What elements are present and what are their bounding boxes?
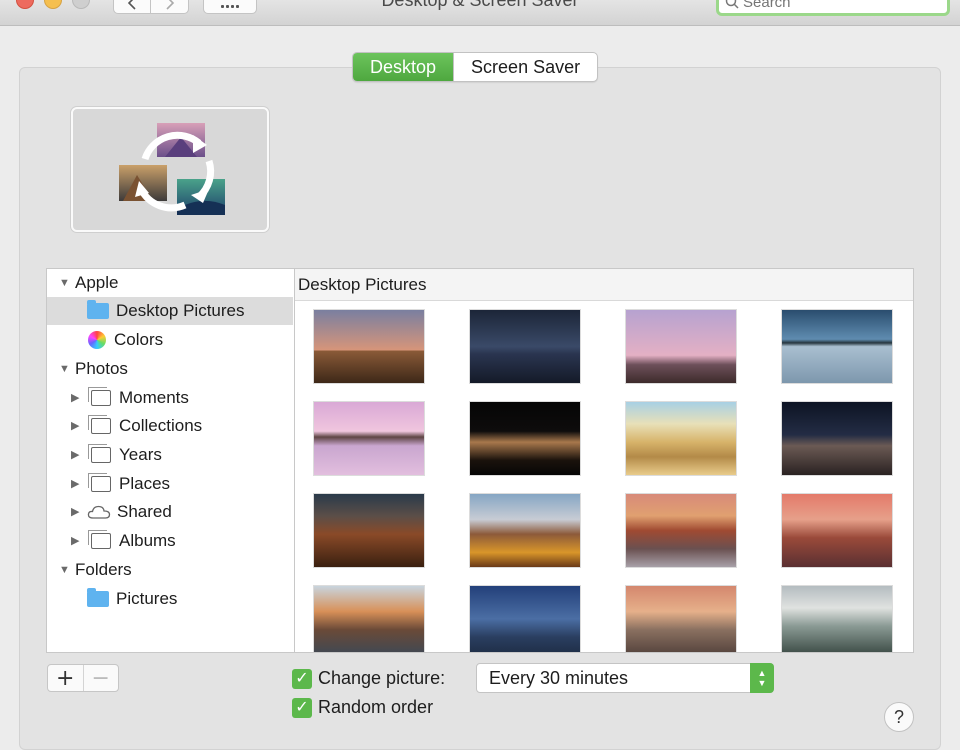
sidebar-item-label: Folders (75, 560, 132, 579)
wallpaper-thumbnail[interactable] (469, 309, 581, 384)
disclosure-open-icon[interactable]: ▼ (59, 364, 70, 375)
sidebar-item-label: Albums (119, 531, 176, 550)
sidebar-item-label: Places (119, 474, 171, 493)
sidebar-item-pictures[interactable]: Pictures (47, 585, 293, 613)
album-stack-icon (88, 473, 111, 492)
wallpaper-thumbnail[interactable] (313, 585, 425, 652)
remove-folder-button[interactable]: − (82, 665, 119, 691)
disclosure-closed-icon[interactable]: ▶ (71, 393, 81, 404)
sidebar-item-moments[interactable]: ▶ Moments (47, 384, 293, 412)
wallpaper-thumbnail[interactable] (625, 309, 737, 384)
sidebar-item-label: Shared (117, 502, 172, 521)
sidebar-item-label: Photos (75, 359, 128, 378)
change-picture-row: ✓ Change picture: (292, 668, 445, 689)
rotating-pictures-icon (119, 123, 225, 215)
disclosure-closed-icon[interactable]: ▶ (71, 507, 81, 518)
wallpaper-thumbnail[interactable] (781, 585, 893, 652)
add-folder-button[interactable]: + (48, 665, 83, 691)
current-desktop-preview[interactable] (71, 107, 269, 232)
window-titlebar: Desktop & Screen Saver (0, 0, 960, 26)
popup-arrows-icon: ▲ ▼ (750, 663, 774, 693)
sidebar-item-label: Apple (75, 273, 119, 292)
wallpaper-thumbnail[interactable] (469, 493, 581, 568)
sidebar-item-label: Pictures (116, 589, 178, 608)
search-field[interactable] (716, 0, 950, 16)
sidebar-group-photos[interactable]: ▼ Photos (47, 355, 293, 383)
help-button[interactable]: ? (884, 702, 914, 732)
sidebar-item-label: Years (119, 445, 162, 464)
wallpaper-thumbnail[interactable] (469, 401, 581, 476)
wallpaper-thumbnail[interactable] (313, 309, 425, 384)
disclosure-closed-icon[interactable]: ▶ (71, 421, 81, 432)
wallpaper-thumbnail[interactable] (781, 493, 893, 568)
sidebar-item-years[interactable]: ▶ Years (47, 441, 293, 469)
sidebar-item-desktop-pictures[interactable]: Desktop Pictures (47, 297, 293, 325)
album-stack-icon (88, 387, 111, 406)
add-remove-control: + − (47, 664, 119, 692)
disclosure-open-icon[interactable]: ▼ (59, 278, 70, 289)
sidebar-item-places[interactable]: ▶ Places (47, 470, 293, 498)
desktop-pictures-pane: Desktop Pictures (294, 268, 914, 653)
interval-value: Every 30 minutes (489, 668, 629, 688)
interval-popup[interactable]: Every 30 minutes ▲ ▼ (476, 663, 774, 693)
random-order-row: ✓ Random order (292, 697, 433, 718)
random-order-label: Random order (318, 697, 434, 717)
album-stack-icon (88, 530, 111, 549)
cloud-icon (87, 505, 111, 519)
sidebar-item-colors[interactable]: Colors (47, 326, 293, 354)
sidebar-item-shared[interactable]: ▶ Shared (47, 498, 293, 526)
change-picture-label: Change picture: (318, 668, 446, 688)
color-wheel-icon (88, 331, 106, 349)
disclosure-closed-icon[interactable]: ▶ (71, 536, 81, 547)
disclosure-closed-icon[interactable]: ▶ (71, 450, 81, 461)
wallpaper-thumbnail[interactable] (625, 401, 737, 476)
sidebar-item-collections[interactable]: ▶ Collections (47, 412, 293, 440)
sidebar-item-label: Colors (114, 330, 164, 349)
sidebar-group-folders[interactable]: ▼ Folders (47, 556, 293, 584)
tab-desktop[interactable]: Desktop (353, 53, 454, 81)
tab-bar: Desktop Screen Saver (352, 52, 599, 82)
disclosure-open-icon[interactable]: ▼ (59, 565, 70, 576)
wallpaper-thumbnail[interactable] (625, 585, 737, 652)
sidebar-item-label: Collections (119, 416, 203, 435)
sidebar-group-apple[interactable]: ▼ Apple (47, 269, 293, 297)
wallpaper-thumbnail[interactable] (313, 493, 425, 568)
wallpaper-thumbnail[interactable] (781, 401, 893, 476)
tab-screen-saver[interactable]: Screen Saver (453, 53, 597, 81)
search-icon (725, 0, 739, 9)
search-input[interactable] (743, 0, 923, 11)
disclosure-closed-icon[interactable]: ▶ (71, 479, 81, 490)
wallpaper-thumbnail[interactable] (781, 309, 893, 384)
wallpaper-thumbnail[interactable] (469, 585, 581, 652)
folder-icon (87, 300, 109, 319)
album-stack-icon (88, 444, 111, 463)
wallpaper-thumbnail[interactable] (313, 401, 425, 476)
pictures-folder-icon (87, 588, 109, 607)
source-list: ▼ Apple Desktop Pictures Colors ▼ Photos… (46, 268, 294, 653)
sidebar-item-label: Desktop Pictures (116, 301, 245, 320)
wallpaper-thumbnail[interactable] (625, 493, 737, 568)
sidebar-item-label: Moments (119, 388, 189, 407)
sidebar-item-albums[interactable]: ▶ Albums (47, 527, 293, 555)
random-order-checkbox[interactable]: ✓ (292, 697, 312, 718)
change-picture-checkbox[interactable]: ✓ (292, 668, 312, 689)
pane-header: Desktop Pictures (295, 269, 913, 301)
album-stack-icon (88, 415, 111, 434)
